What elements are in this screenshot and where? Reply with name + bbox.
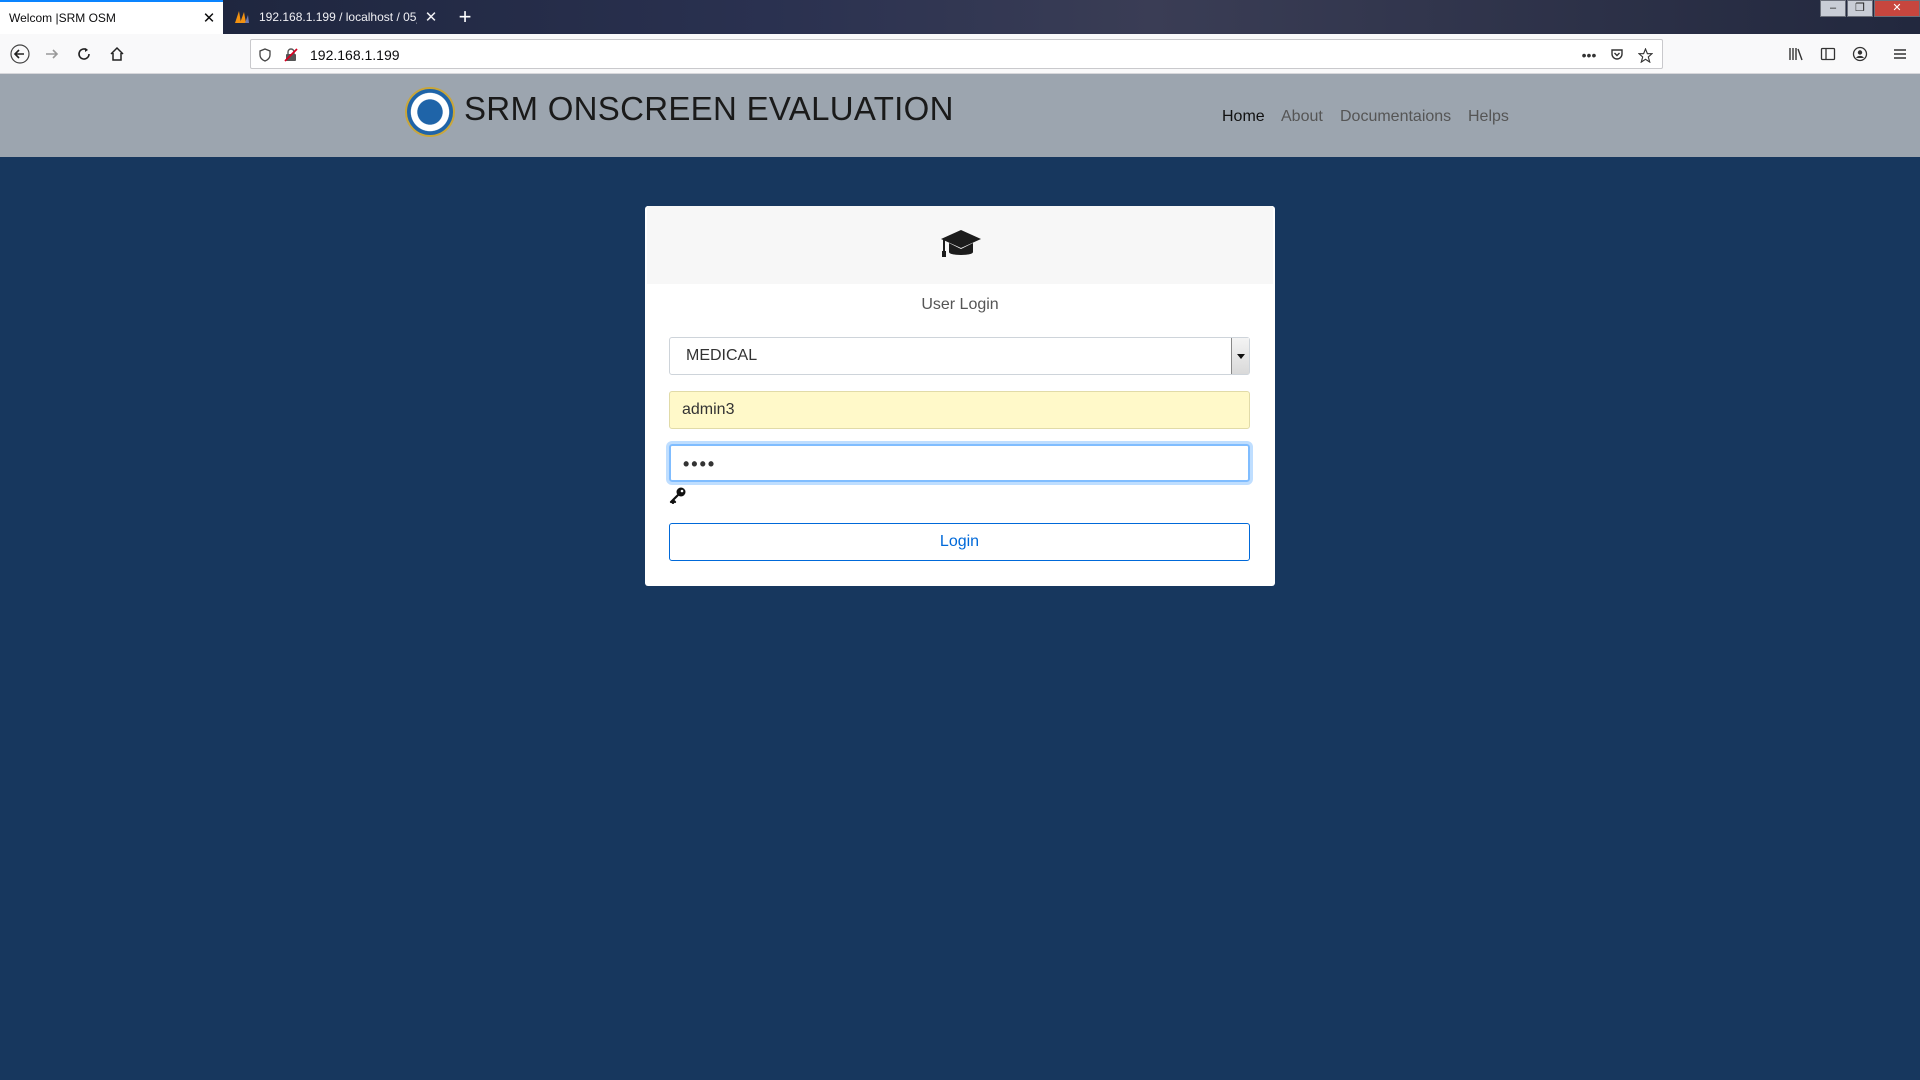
browser-navigation-bar: 192.168.1.199 ••• [0, 34, 1920, 74]
site-brand[interactable]: SRM ONSCREEN EVALUATION [464, 90, 954, 128]
close-tab-icon[interactable]: ✕ [417, 8, 445, 26]
nav-about-link[interactable]: About [1281, 108, 1323, 126]
tab-title: 192.168.1.199 / localhost / 05_O [259, 10, 417, 24]
login-title: User Login [921, 296, 999, 313]
window-controls: – ❐ ✕ [1819, 0, 1920, 17]
tab-title: Welcom |SRM OSM [9, 11, 116, 25]
login-card-header [647, 206, 1273, 284]
password-input[interactable]: •••• [669, 444, 1250, 482]
back-icon[interactable] [6, 40, 34, 68]
forward-icon[interactable] [38, 40, 66, 68]
sidebar-icon[interactable] [1814, 40, 1842, 68]
nav-home-link[interactable]: Home [1222, 108, 1265, 126]
close-window-button[interactable]: ✕ [1874, 0, 1920, 17]
university-logo [405, 87, 455, 137]
login-button[interactable]: Login [669, 523, 1250, 561]
minimize-window-button[interactable]: – [1820, 0, 1846, 17]
chevron-down-icon[interactable] [1231, 338, 1249, 374]
reload-icon[interactable] [70, 40, 98, 68]
close-tab-icon[interactable]: ✕ [195, 9, 223, 27]
account-icon[interactable] [1846, 40, 1874, 68]
nav-helps-link[interactable]: Helps [1468, 108, 1509, 126]
new-tab-button[interactable]: + [452, 4, 478, 30]
phpmyadmin-favicon-icon [234, 9, 250, 25]
pocket-icon[interactable] [1609, 47, 1625, 63]
bookmark-star-icon[interactable] [1637, 47, 1653, 63]
restore-window-button[interactable]: ❐ [1847, 0, 1873, 17]
browser-tab-strip: Welcom |SRM OSM ✕ 192.168.1.199 / localh… [0, 0, 1920, 34]
browser-tab-inactive[interactable]: 192.168.1.199 / localhost / 05_O ✕ [224, 0, 445, 34]
menu-icon[interactable] [1886, 40, 1914, 68]
home-icon[interactable] [103, 40, 131, 68]
login-card: User Login MEDICAL admin3 •••• Login [645, 206, 1275, 586]
url-text: 192.168.1.199 [310, 47, 400, 63]
shield-icon[interactable] [257, 47, 273, 63]
library-icon[interactable] [1782, 40, 1810, 68]
graduation-cap-icon [941, 230, 981, 257]
browser-tab-active[interactable]: Welcom |SRM OSM ✕ [0, 0, 223, 34]
key-icon[interactable] [669, 486, 687, 504]
username-input[interactable]: admin3 [669, 391, 1250, 429]
insecure-connection-icon[interactable] [283, 47, 299, 63]
nav-documentations-link[interactable]: Documentaions [1340, 108, 1451, 126]
department-selected-value: MEDICAL [686, 347, 758, 364]
site-header: SRM ONSCREEN EVALUATION Home About Docum… [0, 74, 1920, 157]
department-select[interactable]: MEDICAL [669, 337, 1250, 375]
address-bar[interactable]: 192.168.1.199 ••• [250, 39, 1663, 69]
page-actions-icon[interactable]: ••• [1581, 47, 1597, 63]
